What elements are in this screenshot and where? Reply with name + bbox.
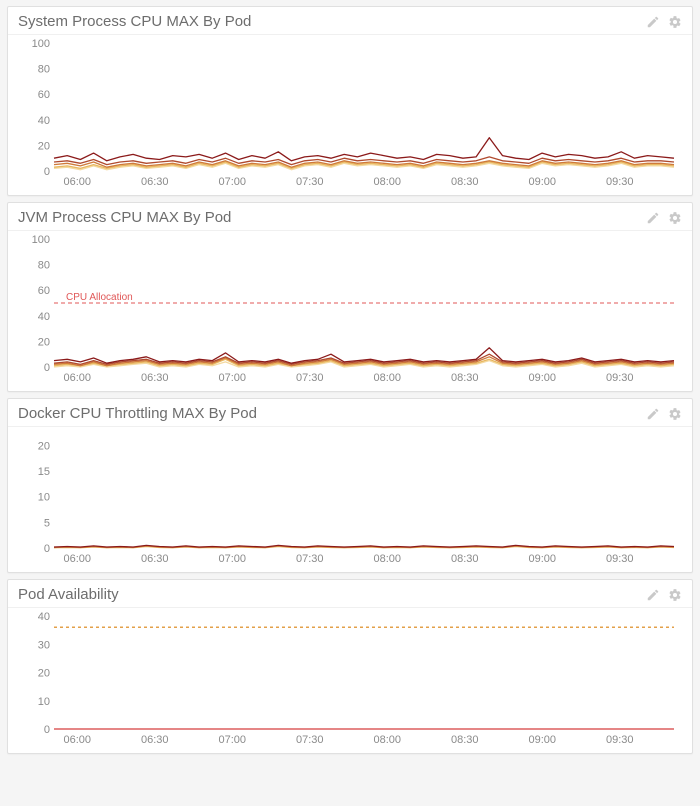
x-tick-label: 09:00 [528, 553, 556, 565]
y-tick-label: 30 [38, 639, 50, 651]
y-tick-label: 40 [38, 115, 50, 127]
panel-actions [646, 588, 682, 602]
x-tick-label: 07:00 [218, 734, 246, 746]
x-tick-label: 08:00 [373, 372, 401, 384]
x-tick-label: 09:00 [528, 734, 556, 746]
panel-header: Docker CPU Throttling MAX By Pod [8, 399, 692, 427]
x-tick-label: 09:00 [528, 176, 556, 188]
panel-title: System Process CPU MAX By Pod [18, 13, 251, 30]
x-tick-label: 08:00 [373, 176, 401, 188]
x-tick-label: 06:30 [141, 176, 169, 188]
x-tick-label: 07:00 [218, 176, 246, 188]
y-tick-label: 10 [38, 492, 50, 504]
y-tick-label: 20 [38, 668, 50, 680]
panel-header: Pod Availability [8, 580, 692, 608]
y-tick-label: 0 [44, 543, 50, 555]
x-tick-label: 08:00 [373, 734, 401, 746]
x-tick-label: 08:00 [373, 553, 401, 565]
y-tick-label: 60 [38, 89, 50, 101]
panel-header: JVM Process CPU MAX By Pod [8, 203, 692, 231]
y-tick-label: 40 [38, 311, 50, 323]
panel-actions [646, 15, 682, 29]
x-tick-label: 09:00 [528, 372, 556, 384]
y-tick-label: 80 [38, 260, 50, 272]
x-tick-label: 07:00 [218, 553, 246, 565]
x-tick-label: 07:30 [296, 734, 324, 746]
x-tick-label: 07:00 [218, 372, 246, 384]
x-tick-label: 06:30 [141, 553, 169, 565]
panel: System Process CPU MAX By Pod 0 20 40 60 80 10… [7, 6, 693, 196]
x-tick-label: 06:30 [141, 372, 169, 384]
panel-title: JVM Process CPU MAX By Pod [18, 209, 231, 226]
chart-svg: 0 20 40 60 80 100 06:00 06:30 07:00 07:30 08:00 08:… [18, 39, 682, 189]
x-tick-label: 06:30 [141, 734, 169, 746]
y-tick-label: 5 [44, 517, 50, 529]
x-tick-label: 07:30 [296, 553, 324, 565]
y-tick-label: 40 [38, 612, 50, 623]
y-tick-label: 0 [44, 166, 50, 178]
chart-area[interactable]: 0 20 40 60 80 100 06:00 06:30 07:00 07:30 08:00 08:… [8, 35, 692, 195]
pencil-icon[interactable] [646, 211, 660, 225]
panel-title: Docker CPU Throttling MAX By Pod [18, 405, 257, 422]
pencil-icon[interactable] [646, 588, 660, 602]
panel: Docker CPU Throttling MAX By Pod 0 5 10 15 20… [7, 398, 693, 573]
x-tick-label: 08:30 [451, 176, 479, 188]
gear-icon[interactable] [668, 15, 682, 29]
annotation-label: CPU Allocation [66, 292, 133, 303]
x-tick-label: 07:30 [296, 176, 324, 188]
y-tick-label: 20 [38, 140, 50, 152]
gear-icon[interactable] [668, 588, 682, 602]
panel-title: Pod Availability [18, 586, 119, 603]
y-tick-label: 20 [38, 440, 50, 452]
y-tick-label: 100 [32, 235, 50, 246]
series-line [54, 138, 674, 161]
y-tick-label: 100 [32, 39, 50, 50]
y-tick-label: 10 [38, 696, 50, 708]
y-tick-label: 80 [38, 64, 50, 76]
x-tick-label: 07:30 [296, 372, 324, 384]
panel-actions [646, 211, 682, 225]
pencil-icon[interactable] [646, 407, 660, 421]
gear-icon[interactable] [668, 211, 682, 225]
y-tick-label: 15 [38, 466, 50, 478]
x-tick-label: 08:30 [451, 372, 479, 384]
chart-area[interactable]: 0 20 40 60 80 100 CPU Allocation 06:00 06:30 07:0… [8, 231, 692, 391]
x-tick-label: 08:30 [451, 553, 479, 565]
chart-area[interactable]: 0 10 20 30 40 06:00 06:30 07:00 07:30 08:00 08:30 0… [8, 608, 692, 753]
chart-svg: 0 10 20 30 40 06:00 06:30 07:00 07:30 08:00 08:30 0… [18, 612, 682, 747]
x-tick-label: 08:30 [451, 734, 479, 746]
chart-area[interactable]: 0 5 10 15 20 06:00 06:30 07:00 07:30 08:00 08:30 09… [8, 427, 692, 572]
panel-actions [646, 407, 682, 421]
chart-svg: 0 5 10 15 20 06:00 06:30 07:00 07:30 08:00 08:30 09… [18, 431, 682, 566]
y-tick-label: 0 [44, 724, 50, 736]
panel: JVM Process CPU MAX By Pod 0 20 40 60 80 100 CP… [7, 202, 693, 392]
x-tick-label: 09:30 [606, 176, 634, 188]
y-tick-label: 20 [38, 336, 50, 348]
y-tick-label: 0 [44, 362, 50, 374]
pencil-icon[interactable] [646, 15, 660, 29]
panel: Pod Availability 0 10 20 30 40 06:00 06:30 07:00… [7, 579, 693, 754]
y-tick-label: 60 [38, 285, 50, 297]
x-tick-label: 09:30 [606, 553, 634, 565]
gear-icon[interactable] [668, 407, 682, 421]
x-tick-label: 06:00 [63, 372, 91, 384]
x-tick-label: 06:00 [63, 734, 91, 746]
chart-svg: 0 20 40 60 80 100 CPU Allocation 06:00 06:30 07:0… [18, 235, 682, 385]
x-tick-label: 09:30 [606, 734, 634, 746]
panel-header: System Process CPU MAX By Pod [8, 7, 692, 35]
x-tick-label: 06:00 [63, 553, 91, 565]
x-tick-label: 06:00 [63, 176, 91, 188]
x-tick-label: 09:30 [606, 372, 634, 384]
